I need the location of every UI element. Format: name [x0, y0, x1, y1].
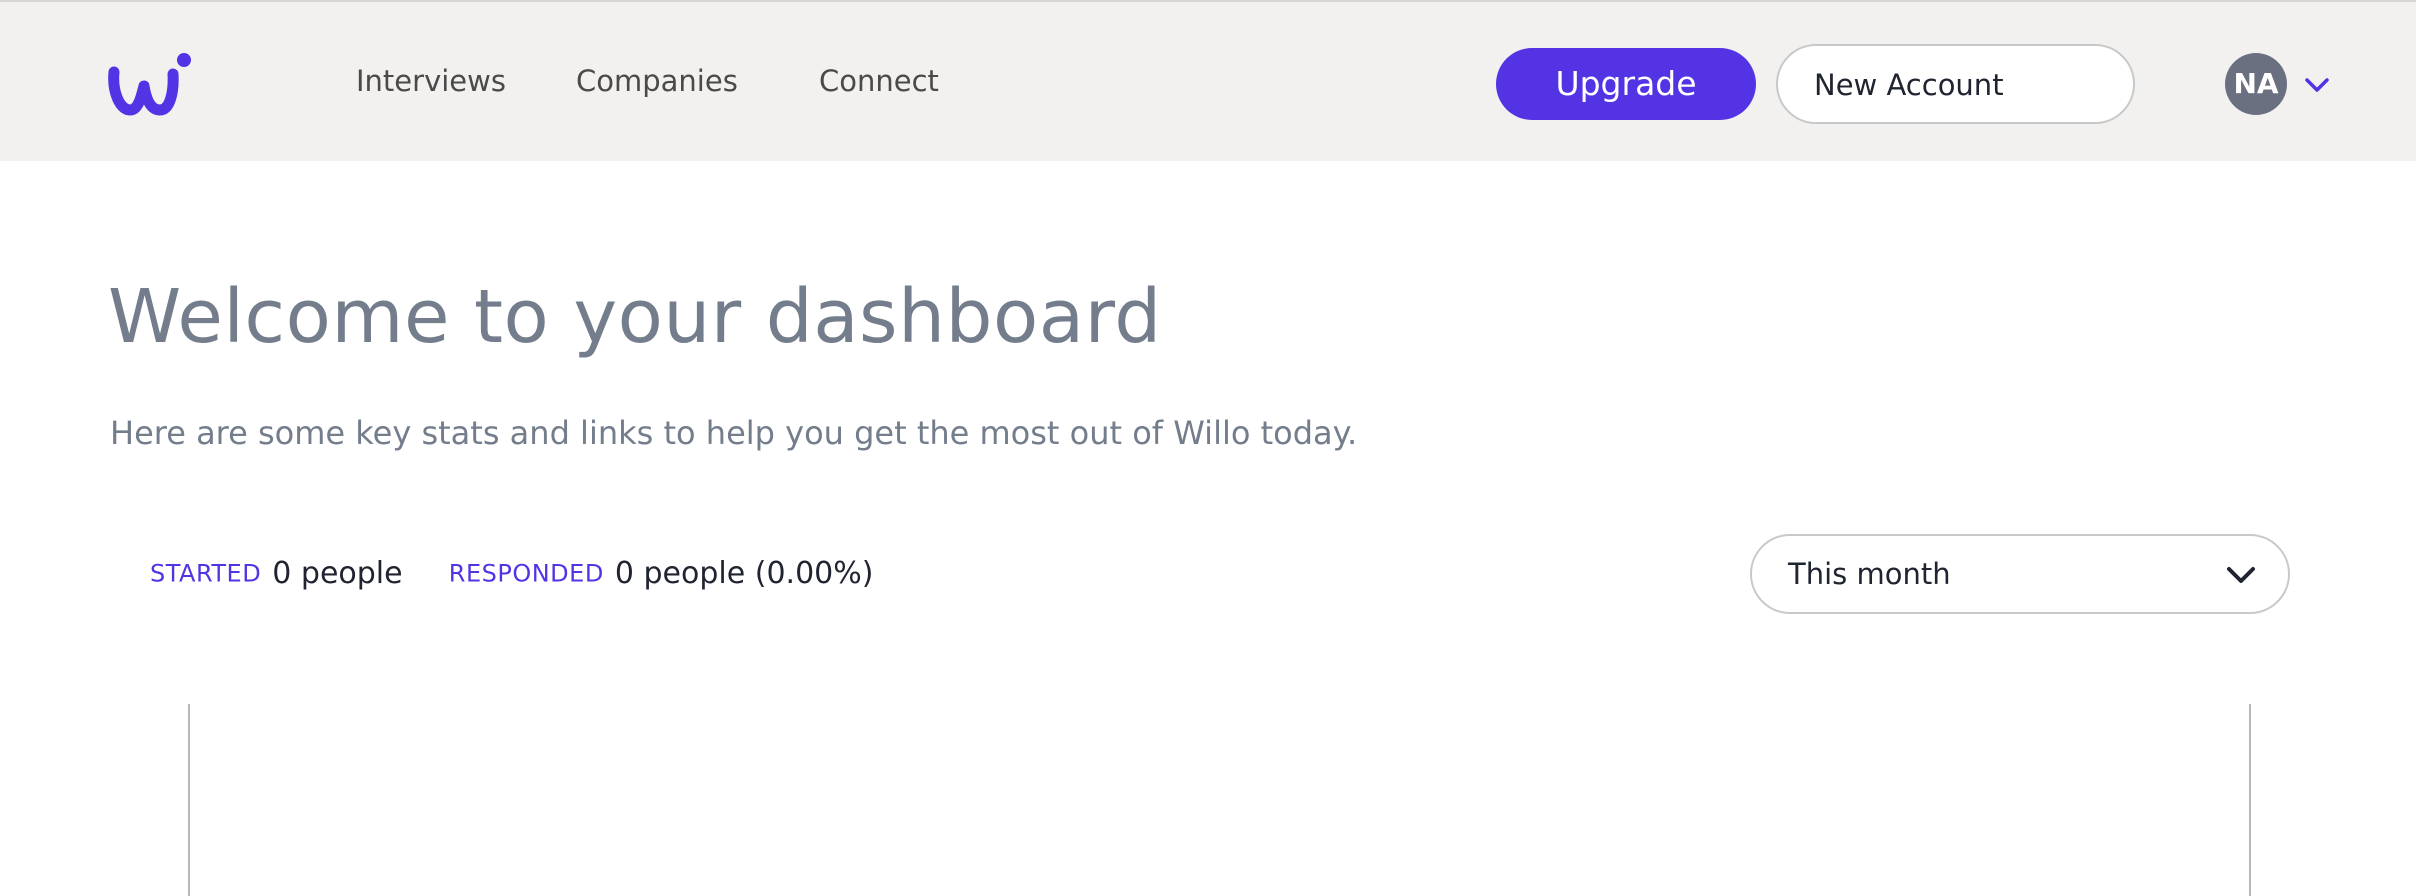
top-navigation-bar: Interviews Companies Connect Upgrade New… — [0, 0, 2416, 161]
period-select[interactable]: This month — [1750, 534, 2290, 614]
stats-chart-area — [188, 704, 2251, 896]
user-avatar[interactable]: NA — [2225, 53, 2287, 115]
started-label: STARTED — [150, 559, 262, 588]
page-title: Welcome to your dashboard — [108, 274, 1162, 360]
page-subtitle: Here are some key stats and links to hel… — [110, 414, 1358, 452]
period-select-value: This month — [1788, 557, 1951, 591]
responded-value: 0 people (0.00%) — [614, 556, 874, 591]
upgrade-button[interactable]: Upgrade — [1496, 48, 1756, 120]
chevron-down-icon — [2227, 567, 2255, 583]
started-value: 0 people — [272, 556, 403, 591]
account-selector[interactable]: New Account — [1776, 44, 2135, 124]
willo-logo[interactable] — [108, 52, 194, 120]
account-selector-value: New Account — [1814, 68, 2004, 102]
nav-companies[interactable]: Companies — [576, 64, 738, 98]
nav-connect[interactable]: Connect — [819, 64, 939, 98]
nav-interviews[interactable]: Interviews — [356, 64, 506, 98]
chart-left-axis — [188, 704, 190, 896]
responded-label: RESPONDED — [448, 559, 604, 588]
chevron-down-icon[interactable] — [2300, 68, 2334, 102]
chart-right-axis — [2249, 704, 2251, 896]
stats-summary: STARTED 0 people RESPONDED 0 people (0.0… — [150, 556, 873, 591]
